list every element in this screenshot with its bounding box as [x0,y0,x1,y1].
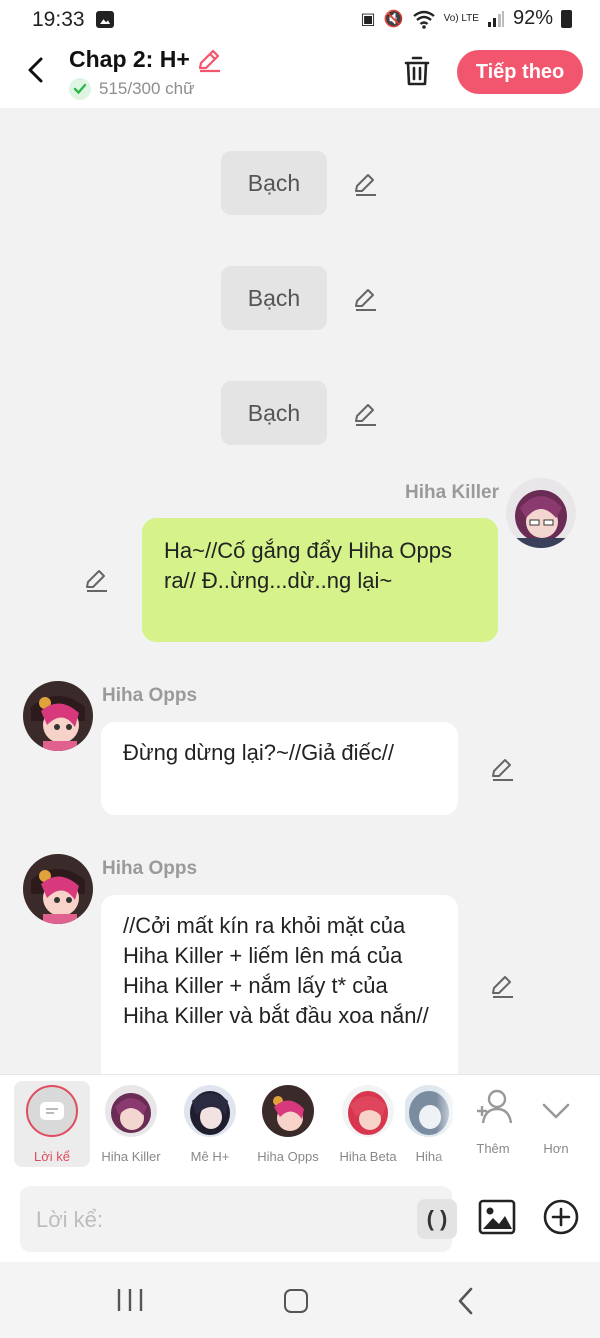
chevron-left-icon [28,57,43,83]
system-nav-bar [0,1262,600,1338]
message-input[interactable]: Lời kể: ( ) [20,1186,457,1252]
character-hiha-opps[interactable]: Hiha Opps [250,1081,326,1167]
mute-icon: 🔇 [383,10,404,28]
status-bar: 19:33 ▣ 🔇 Vo) LTE 92% [0,0,600,40]
avatar [105,1085,157,1137]
chapter-title[interactable]: Chap 2: H+ [69,46,190,73]
sender-name: Hiha Opps [102,685,198,706]
editor-header: Chap 2: H+ 515/300 chữ Tiếp theo [0,40,600,108]
volte-icon: Vo) LTE [443,12,479,24]
status-time: 19:33 [32,8,85,31]
character-label: Mê H+ [190,1149,230,1164]
input-bar: Lời kể: ( ) [0,1174,600,1262]
edit-message-icon[interactable] [84,567,110,593]
message-bubble[interactable]: Ha~//Cố gắng đẩy Hiha Opps ra// Đ..ừng..… [142,518,498,642]
edit-message-icon[interactable] [353,171,379,197]
character-hiha-killer[interactable]: Hiha Killer [93,1081,169,1167]
more-button[interactable]: Hơn [518,1081,594,1167]
character-me-h[interactable]: Mê H+ [172,1081,248,1167]
home-icon[interactable] [284,1289,308,1313]
signal-icon [487,10,504,27]
edit-message-icon[interactable] [490,973,516,999]
add-icon[interactable] [542,1198,580,1236]
edit-message-icon[interactable] [353,401,379,427]
chat-area[interactable]: Bạch Bạch Bạch Hiha Killer Ha~//Cố gắng … [0,108,600,1074]
narration-message[interactable]: Bạch [221,381,327,445]
sender-name: Hiha Killer [405,482,499,503]
character-hiha-beta[interactable]: Hiha Beta [330,1081,406,1167]
word-count: 515/300 chữ [69,78,195,100]
recent-apps-icon[interactable] [116,1288,144,1312]
edit-message-icon[interactable] [353,286,379,312]
input-placeholder: Lời kể: [36,1207,104,1232]
next-button[interactable]: Tiếp theo [457,50,583,94]
battery-percent: 92% [512,7,553,29]
status-icons: ▣ 🔇 Vo) LTE 92% [361,7,572,30]
edit-message-icon[interactable] [490,756,516,782]
character-label: Hiha Opps [257,1149,319,1164]
lock-battery-icon: ▣ [360,10,376,28]
character-label: Hiha Killer [101,1149,161,1164]
parentheses-button[interactable]: ( ) [417,1199,457,1239]
sender-name: Hiha Opps [102,858,198,879]
trash-icon[interactable] [400,54,434,88]
check-icon [69,78,91,100]
narration-message[interactable]: Bạch [221,151,327,215]
avatar[interactable] [23,854,93,924]
narration-message[interactable]: Bạch [221,266,327,330]
message-bubble[interactable]: //Cởi mất kín ra khỏi mặt của Hiha Kille… [101,895,458,1074]
message-bubble[interactable]: Đừng dừng lại?~//Giả điếc// [101,722,458,815]
avatar [184,1085,236,1137]
add-label: Thêm [476,1141,510,1156]
more-label: Hơn [543,1141,569,1156]
character-label: Hiha Beta [339,1149,397,1164]
back-button[interactable] [20,52,50,88]
character-bar: Lời kể Hiha Killer Mê H+ Hiha Opps Hiha … [0,1074,600,1175]
narration-icon [26,1085,78,1137]
chevron-down-icon [542,1103,570,1119]
battery-icon [561,9,572,28]
avatar[interactable] [23,681,93,751]
wifi-icon [412,10,435,29]
character-narrator[interactable]: Lời kể [14,1081,90,1167]
character-label: Lời kể [34,1149,70,1164]
gallery-notification-icon [96,11,114,28]
avatar [342,1085,394,1137]
word-count-text: 515/300 chữ [99,79,195,98]
nav-back-icon[interactable] [455,1286,475,1316]
add-person-icon [477,1089,513,1124]
avatar [262,1085,314,1137]
image-icon[interactable] [478,1198,516,1236]
edit-title-icon[interactable] [196,47,222,73]
avatar[interactable] [506,478,576,548]
